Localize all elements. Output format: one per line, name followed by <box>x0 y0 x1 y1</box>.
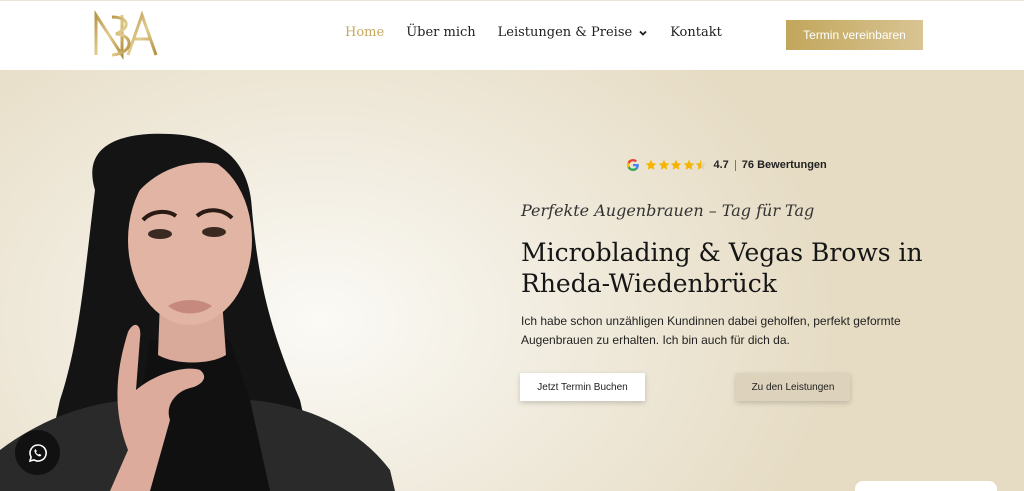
chevron-down-icon <box>639 30 647 36</box>
main-nav: Home Über mich Leistungen & Preise Konta… <box>345 25 744 40</box>
brand-logo[interactable] <box>88 7 164 63</box>
star-icon <box>683 159 694 170</box>
star-icon <box>658 159 669 170</box>
nav-leistungen-preise[interactable]: Leistungen & Preise <box>498 25 649 40</box>
nav-home[interactable]: Home <box>345 25 384 40</box>
hero-section: 4.7 76 Bewertungen Perfekte Augenbrauen … <box>0 70 1024 491</box>
star-rating <box>645 159 708 171</box>
review-count: 76 Bewertungen <box>741 159 827 171</box>
nav-kontakt[interactable]: Kontakt <box>670 25 722 40</box>
rating-score: 4.7 <box>713 159 729 171</box>
whatsapp-button[interactable] <box>15 430 60 475</box>
cookie-widget[interactable] <box>855 481 997 491</box>
book-now-button[interactable]: Jetzt Termin Buchen <box>520 373 645 401</box>
nav-ueber-mich[interactable]: Über mich <box>406 25 475 40</box>
google-icon <box>626 158 639 172</box>
hero-tagline: Perfekte Augenbrauen – Tag für Tag <box>521 201 815 220</box>
portrait-image <box>0 133 395 491</box>
services-button[interactable]: Zu den Leistungen <box>736 373 850 401</box>
star-half-icon <box>695 159 707 170</box>
book-appointment-button[interactable]: Termin vereinbaren <box>786 20 923 50</box>
star-icon <box>670 159 682 170</box>
hero-headline: Microblading & Vegas Brows in Rheda-Wied… <box>521 238 923 298</box>
hero-intro: Ich habe schon unzähligen Kundinnen dabe… <box>521 314 901 347</box>
google-rating[interactable]: 4.7 76 Bewertungen <box>626 158 827 172</box>
divider <box>734 159 736 171</box>
star-icon <box>645 159 657 170</box>
whatsapp-icon <box>28 443 47 462</box>
site-header: Home Über mich Leistungen & Preise Konta… <box>0 0 1024 70</box>
